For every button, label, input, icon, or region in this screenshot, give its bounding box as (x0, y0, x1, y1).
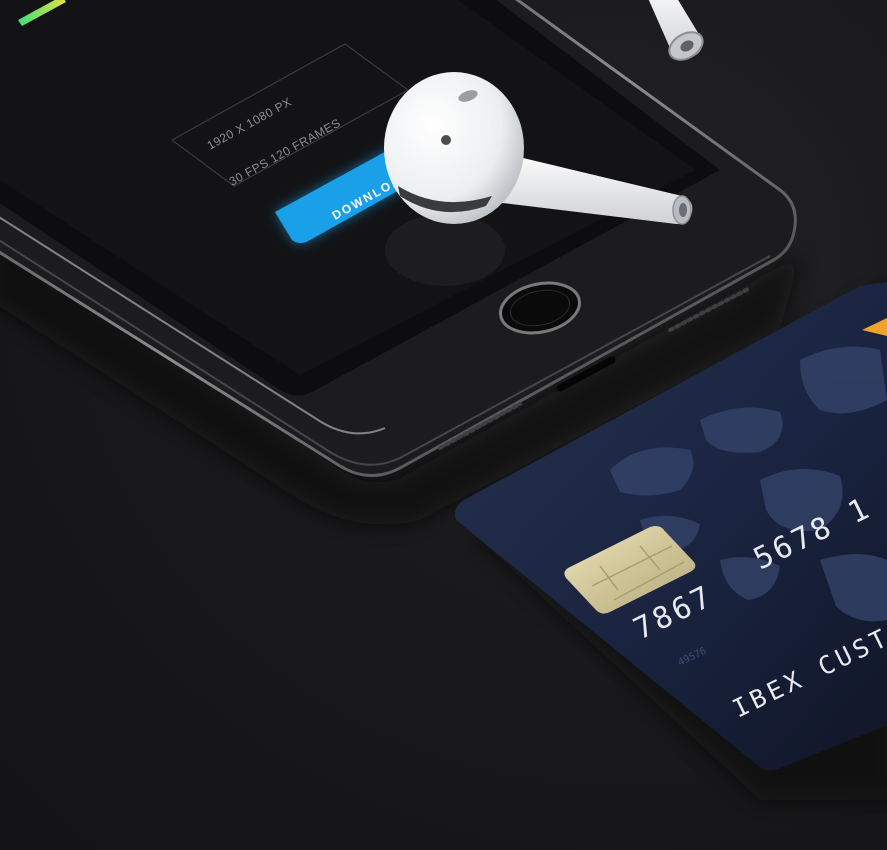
scene-illustration: 1920 X 1080 PX 30 FPS 120 FRAMES DOWNLOA… (0, 0, 887, 800)
product-scene: 1920 X 1080 PX 30 FPS 120 FRAMES DOWNLOA… (0, 0, 887, 850)
airpod-head (384, 72, 524, 224)
airpod-vent (441, 135, 451, 145)
airpod-second (648, 0, 704, 61)
airpod-reflection (385, 214, 505, 286)
airpod-stem-mic (679, 203, 687, 217)
